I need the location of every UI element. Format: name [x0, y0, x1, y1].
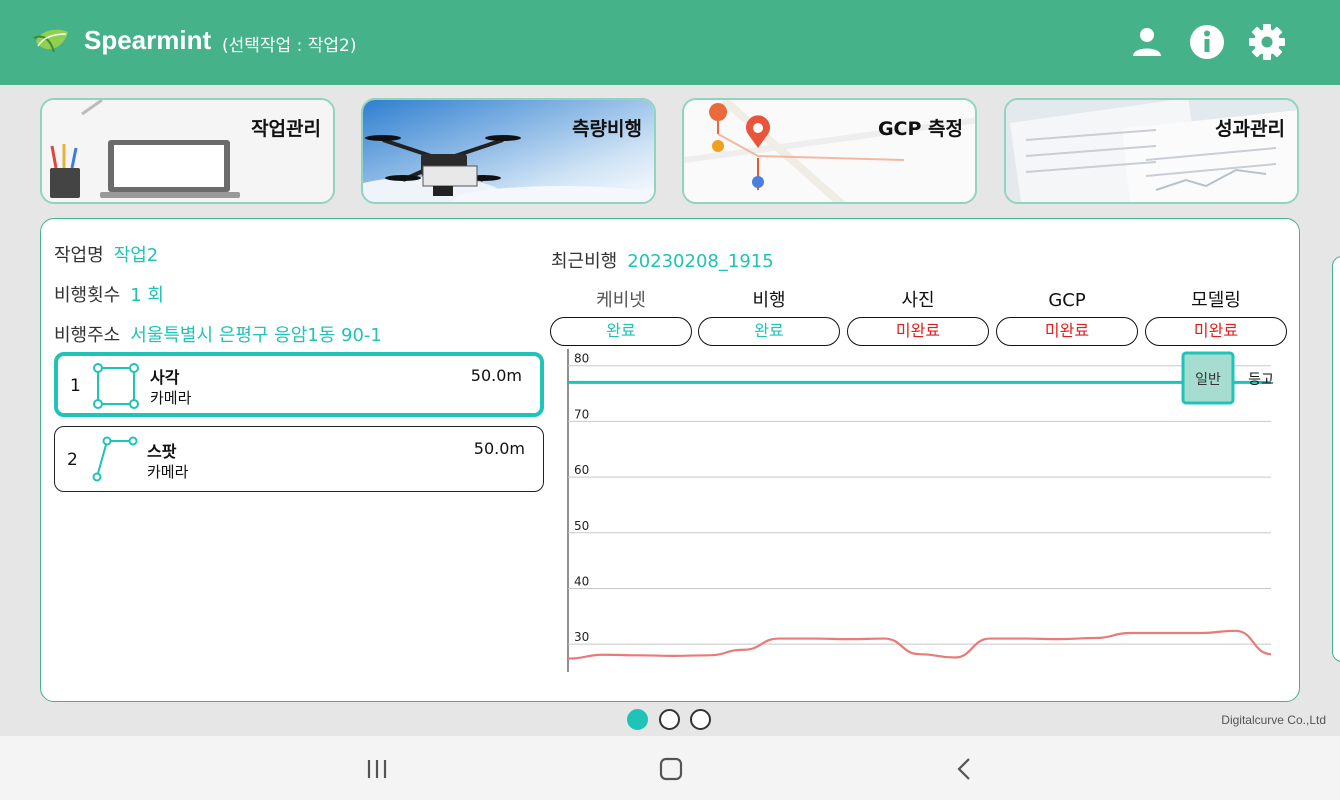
route-altitude: 50.0m — [470, 366, 522, 385]
view-toggle[interactable]: 일반 등고 — [1181, 351, 1274, 405]
flight-address-row: 비행주소 서울특별시 은평구 응암1동 90-1 — [54, 321, 382, 347]
flight-count-value: 1 회 — [130, 285, 164, 306]
app-header: Spearmint (선택작업 : 작업2) — [0, 0, 1340, 85]
app-title: Spearmint — [84, 25, 212, 55]
step-status-badge[interactable]: 미완료 — [996, 317, 1138, 346]
selected-job-label: (선택작업 : 작업2) — [222, 36, 357, 56]
page-dot-1[interactable] — [627, 709, 648, 730]
recent-apps-icon[interactable] — [364, 756, 390, 782]
step-cabinet: 케비넷 완료 — [550, 287, 692, 346]
step-label: 모델링 — [1191, 290, 1241, 311]
job-detail-panel: 작업명 작업2 비행횟수 1 회 비행주소 서울특별시 은평구 응암1동 90-1 1… — [40, 218, 1300, 702]
route-sensor: 카메라 — [150, 389, 192, 407]
page-dot-3[interactable] — [690, 709, 711, 730]
y-tick-label: 50 — [574, 519, 589, 533]
recent-flight-row: 최근비행 20230208_1915 — [551, 247, 774, 273]
route-item-1[interactable]: 1 사각 카메라 50.0m — [54, 352, 544, 417]
step-modeling: 모델링 미완료 — [1145, 287, 1287, 346]
system-nav-bar — [0, 736, 1340, 800]
step-status-badge[interactable]: 완료 — [698, 317, 840, 346]
step-status-badge[interactable]: 미완료 — [847, 317, 989, 346]
tile-results-management[interactable]: 성과관리 — [1004, 98, 1299, 204]
step-label: GCP — [1048, 290, 1086, 311]
next-panel-peek[interactable] — [1332, 256, 1340, 662]
step-flight: 비행 완료 — [698, 287, 840, 346]
tile-job-management[interactable]: 작업관리 — [40, 98, 335, 204]
back-icon[interactable] — [952, 756, 978, 782]
tile-label: GCP 측정 — [877, 118, 963, 140]
altitude-series-line — [567, 629, 1272, 660]
gear-icon[interactable] — [1247, 22, 1287, 62]
job-name-value: 작업2 — [113, 245, 159, 266]
y-tick-label: 80 — [574, 352, 589, 366]
y-tick-label: 40 — [574, 574, 589, 588]
home-icon[interactable] — [658, 756, 684, 782]
job-name-label: 작업명 — [54, 245, 104, 266]
recent-flight-label: 최근비행 — [551, 251, 618, 272]
info-icon[interactable] — [1187, 22, 1227, 62]
company-credit: Digitalcurve Co.,Ltd — [1221, 713, 1326, 727]
y-tick-label: 70 — [574, 407, 589, 421]
page-dot-2[interactable] — [659, 709, 680, 730]
rectangle-route-icon — [93, 363, 139, 409]
tile-label: 측량비행 — [572, 118, 642, 140]
step-gcp: GCP 미완료 — [996, 287, 1138, 346]
route-type: 사각 — [150, 368, 180, 387]
tile-label: 작업관리 — [251, 118, 321, 140]
toggle-normal-label[interactable]: 일반 — [1195, 372, 1221, 388]
tile-survey-flight[interactable]: 측량비행 — [361, 98, 656, 204]
route-number: 2 — [67, 450, 78, 470]
flight-count-row: 비행횟수 1 회 — [54, 281, 164, 307]
tile-label: 성과관리 — [1215, 118, 1285, 140]
person-icon[interactable] — [1127, 22, 1167, 62]
route-sensor: 카메라 — [147, 463, 189, 481]
step-label: 비행 — [752, 290, 786, 311]
flight-address-label: 비행주소 — [54, 325, 121, 346]
y-tick-label: 30 — [574, 630, 589, 644]
step-status-badge[interactable]: 완료 — [550, 317, 692, 346]
route-item-2[interactable]: 2 스팟 카메라 50.0m — [54, 426, 544, 492]
route-type: 스팟 — [147, 442, 177, 461]
route-number: 1 — [70, 376, 81, 396]
toggle-contour-label[interactable]: 등고 — [1248, 372, 1274, 388]
spot-route-icon — [92, 436, 138, 482]
altitude-chart: 30 40 50 60 70 80 일반 등고 — [567, 349, 1274, 672]
step-label: 케비넷 — [596, 290, 646, 311]
y-tick-label: 60 — [574, 463, 589, 477]
flight-count-label: 비행횟수 — [54, 285, 121, 306]
job-name-row: 작업명 작업2 — [54, 241, 158, 267]
step-label: 사진 — [901, 290, 935, 311]
route-altitude: 50.0m — [473, 439, 525, 458]
recent-flight-value: 20230208_1915 — [627, 251, 774, 272]
tile-gcp-measure[interactable]: GCP 측정 — [682, 98, 977, 204]
step-photo: 사진 미완료 — [847, 287, 989, 346]
step-status-badge[interactable]: 미완료 — [1145, 317, 1287, 346]
leaf-logo-icon — [33, 29, 68, 53]
flight-address-value: 서울특별시 은평구 응암1동 90-1 — [130, 325, 382, 346]
